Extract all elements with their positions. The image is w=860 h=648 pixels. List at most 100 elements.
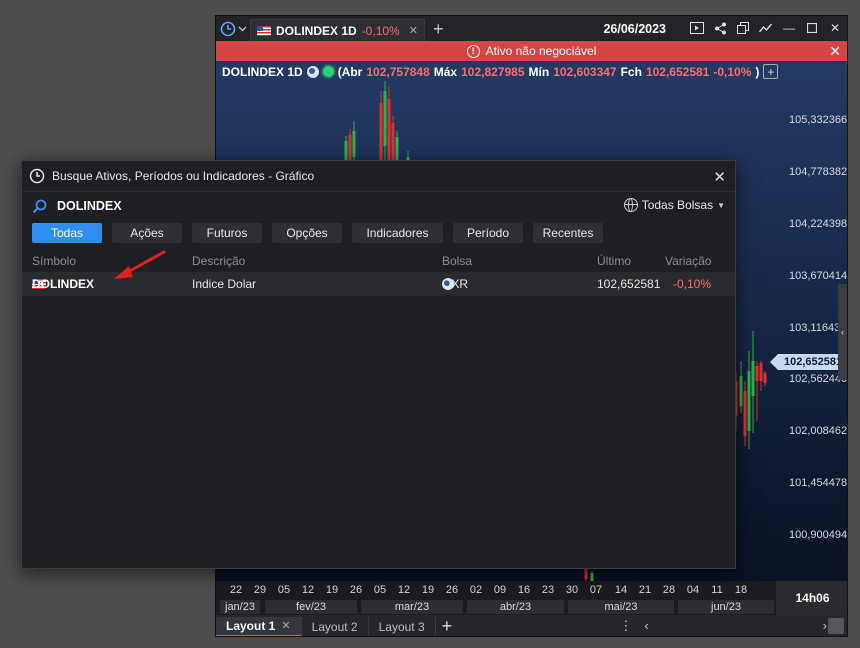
us-flag-icon bbox=[257, 25, 271, 36]
info-symbol: DOLINDEX 1D bbox=[222, 64, 303, 79]
clock-icon bbox=[220, 21, 235, 36]
filter-tab-acoes[interactable]: Ações bbox=[112, 223, 182, 243]
info-close-paren: ) bbox=[755, 64, 760, 79]
caret-down-icon: ▼ bbox=[717, 200, 725, 210]
more-vertical-icon[interactable]: ⋮ bbox=[619, 618, 632, 634]
layout-tab-2[interactable]: Layout 2 bbox=[302, 616, 369, 636]
filter-tab-todas[interactable]: Todas bbox=[32, 223, 102, 243]
red-arrow-annotation bbox=[114, 250, 166, 279]
indicator-icon[interactable] bbox=[758, 20, 774, 36]
price-axis-label: 101,454478 bbox=[789, 477, 848, 489]
add-tab-button[interactable]: + bbox=[433, 20, 444, 38]
filter-tab-opcoes[interactable]: Opções bbox=[272, 223, 342, 243]
clock-time: 14h06 bbox=[776, 581, 847, 615]
replay-icon[interactable] bbox=[689, 20, 705, 36]
exchange-select-label: Todas Bolsas bbox=[641, 198, 714, 212]
maximize-icon[interactable] bbox=[804, 20, 820, 36]
timeframe-menu[interactable] bbox=[216, 16, 250, 41]
corner-settings-icon[interactable] bbox=[828, 618, 844, 634]
detach-icon[interactable] bbox=[735, 20, 751, 36]
month-axis-label: fev/23 bbox=[265, 600, 357, 614]
minimize-icon[interactable]: — bbox=[781, 20, 797, 36]
chevron-left-icon[interactable]: ‹ bbox=[644, 618, 648, 634]
filter-tab-futuros[interactable]: Futuros bbox=[192, 223, 262, 243]
column-exchange[interactable]: Bolsa bbox=[442, 254, 472, 268]
filter-tab-recentes[interactable]: Recentes bbox=[533, 223, 603, 243]
column-last[interactable]: Último bbox=[597, 254, 631, 268]
time-axis-label: 26 bbox=[349, 584, 363, 596]
add-layout-button[interactable]: + bbox=[442, 616, 453, 636]
filter-tabs: Todas Ações Futuros Opções Indicadores P… bbox=[22, 220, 735, 246]
time-axis-label: 29 bbox=[253, 584, 267, 596]
candle-body bbox=[590, 573, 594, 581]
column-change[interactable]: Variação bbox=[665, 254, 711, 268]
layout-tab-label: Layout 3 bbox=[378, 619, 425, 634]
filter-tab-periodo[interactable]: Período bbox=[453, 223, 523, 243]
low-value: 102,603347 bbox=[553, 64, 617, 79]
time-axis-label: 28 bbox=[662, 584, 676, 596]
candle-body bbox=[352, 131, 356, 157]
close-dialog-icon[interactable]: ✕ bbox=[713, 168, 726, 186]
close-label: Fch bbox=[620, 64, 642, 79]
search-icon bbox=[32, 199, 47, 213]
candle-body bbox=[383, 91, 387, 146]
layout-tab-label: Layout 2 bbox=[311, 619, 358, 634]
candle-body bbox=[755, 366, 759, 381]
chart-date: 26/06/2023 bbox=[603, 22, 666, 36]
candle-body bbox=[739, 376, 743, 406]
time-axis-label: 12 bbox=[397, 584, 411, 596]
time-axis-label: 14 bbox=[614, 584, 628, 596]
time-axis-label: 30 bbox=[565, 584, 579, 596]
search-row: Todas Bolsas ▼ bbox=[22, 192, 735, 220]
time-axis-label: 09 bbox=[493, 584, 507, 596]
exchange-select[interactable]: Todas Bolsas ▼ bbox=[623, 198, 725, 212]
candle-body bbox=[747, 371, 751, 431]
search-input[interactable] bbox=[57, 199, 457, 213]
column-description[interactable]: Descrição bbox=[192, 254, 245, 268]
filter-tab-indicadores[interactable]: Indicadores bbox=[352, 223, 443, 243]
clock-icon bbox=[29, 168, 45, 184]
month-axis[interactable]: jan/23 fev/23 mar/23 abr/23 mai/23 jun/23 bbox=[216, 599, 776, 615]
candle-body bbox=[348, 135, 352, 161]
axis-collapse-handle[interactable]: ‹ bbox=[838, 284, 847, 380]
chart-tab[interactable]: DOLINDEX 1D -0,10% ✕ bbox=[250, 19, 425, 41]
result-description: Indice Dolar bbox=[192, 277, 257, 291]
chart-tab-title: DOLINDEX 1D bbox=[276, 23, 357, 38]
close-alert-icon[interactable]: ✕ bbox=[829, 43, 841, 60]
month-axis-label: jan/23 bbox=[220, 600, 260, 614]
close-layout-icon[interactable]: ✕ bbox=[281, 619, 290, 632]
layout-tab-3[interactable]: Layout 3 bbox=[369, 616, 436, 636]
candle-body bbox=[763, 373, 767, 383]
time-axis-label: 18 bbox=[734, 584, 748, 596]
column-symbol[interactable]: Símbolo bbox=[32, 254, 76, 268]
close-value: 102,652581 bbox=[645, 64, 710, 79]
time-axis-label: 16 bbox=[517, 584, 531, 596]
price-axis-label: 105,332366 bbox=[789, 114, 848, 126]
layout-tab-label: Layout 1 bbox=[226, 618, 276, 633]
candle-body bbox=[759, 363, 763, 381]
time-axis-label: 21 bbox=[638, 584, 652, 596]
result-exchange: OXR bbox=[442, 277, 469, 291]
candle-body bbox=[379, 103, 383, 161]
chevron-right-icon[interactable]: › bbox=[823, 618, 827, 634]
high-label: Máx bbox=[433, 64, 458, 79]
time-axis-label: 19 bbox=[325, 584, 339, 596]
alert-bar: ! Ativo não negociável ✕ bbox=[216, 41, 847, 61]
time-axis-label: 04 bbox=[686, 584, 700, 596]
close-tab-icon[interactable]: ✕ bbox=[409, 24, 418, 37]
add-study-button[interactable]: + bbox=[763, 64, 779, 79]
candle-body bbox=[743, 391, 747, 436]
time-axis-label: 11 bbox=[711, 584, 723, 596]
share-icon[interactable] bbox=[712, 20, 728, 36]
alert-text: Ativo não negociável bbox=[485, 44, 597, 58]
layout-tab-1[interactable]: Layout 1 ✕ bbox=[216, 616, 302, 636]
time-axis-label: 05 bbox=[277, 584, 291, 596]
close-window-icon[interactable]: ✕ bbox=[827, 20, 843, 36]
price-axis-label: 100,900494 bbox=[789, 529, 848, 541]
month-axis-label: mar/23 bbox=[361, 600, 463, 614]
time-axis-label: 12 bbox=[301, 584, 315, 596]
time-axis-label: 07 bbox=[589, 584, 603, 596]
open-label: (Abr bbox=[337, 64, 363, 79]
dialog-title: Busque Ativos, Períodos ou Indicadores -… bbox=[52, 169, 315, 183]
time-axis[interactable]: 22 29 05 12 19 26 05 12 19 26 02 09 16 23 30 07 14 21 28 04… bbox=[216, 581, 776, 599]
